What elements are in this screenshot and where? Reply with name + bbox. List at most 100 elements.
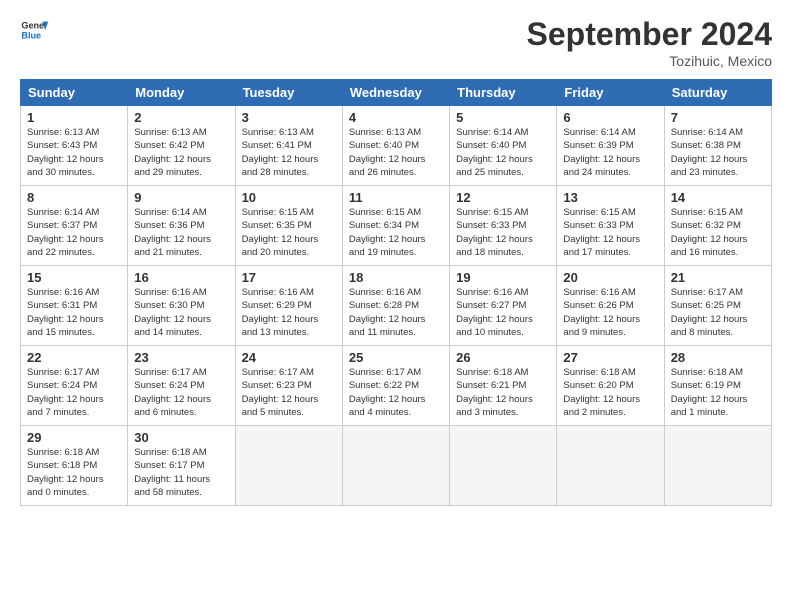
day-number: 25 (349, 350, 443, 365)
day-number: 17 (242, 270, 336, 285)
calendar-row-0: 1Sunrise: 6:13 AM Sunset: 6:43 PM Daylig… (21, 106, 772, 186)
day-info: Sunrise: 6:18 AM Sunset: 6:20 PM Dayligh… (563, 366, 657, 419)
day-number: 5 (456, 110, 550, 125)
day-info: Sunrise: 6:14 AM Sunset: 6:39 PM Dayligh… (563, 126, 657, 179)
svg-text:Blue: Blue (21, 30, 41, 40)
calendar-cell: 12Sunrise: 6:15 AM Sunset: 6:33 PM Dayli… (450, 186, 557, 266)
day-number: 19 (456, 270, 550, 285)
day-number: 18 (349, 270, 443, 285)
day-number: 21 (671, 270, 765, 285)
day-info: Sunrise: 6:17 AM Sunset: 6:22 PM Dayligh… (349, 366, 443, 419)
column-header-wednesday: Wednesday (342, 80, 449, 106)
day-info: Sunrise: 6:15 AM Sunset: 6:33 PM Dayligh… (456, 206, 550, 259)
calendar-cell: 17Sunrise: 6:16 AM Sunset: 6:29 PM Dayli… (235, 266, 342, 346)
day-info: Sunrise: 6:13 AM Sunset: 6:40 PM Dayligh… (349, 126, 443, 179)
calendar-cell: 29Sunrise: 6:18 AM Sunset: 6:18 PM Dayli… (21, 426, 128, 506)
day-number: 12 (456, 190, 550, 205)
calendar-row-2: 15Sunrise: 6:16 AM Sunset: 6:31 PM Dayli… (21, 266, 772, 346)
day-number: 30 (134, 430, 228, 445)
day-info: Sunrise: 6:18 AM Sunset: 6:17 PM Dayligh… (134, 446, 228, 499)
day-info: Sunrise: 6:16 AM Sunset: 6:27 PM Dayligh… (456, 286, 550, 339)
day-info: Sunrise: 6:14 AM Sunset: 6:36 PM Dayligh… (134, 206, 228, 259)
calendar-cell: 21Sunrise: 6:17 AM Sunset: 6:25 PM Dayli… (664, 266, 771, 346)
calendar-cell: 18Sunrise: 6:16 AM Sunset: 6:28 PM Dayli… (342, 266, 449, 346)
day-number: 11 (349, 190, 443, 205)
day-info: Sunrise: 6:17 AM Sunset: 6:24 PM Dayligh… (134, 366, 228, 419)
calendar-cell: 27Sunrise: 6:18 AM Sunset: 6:20 PM Dayli… (557, 346, 664, 426)
day-number: 10 (242, 190, 336, 205)
day-number: 6 (563, 110, 657, 125)
day-number: 27 (563, 350, 657, 365)
calendar-cell: 16Sunrise: 6:16 AM Sunset: 6:30 PM Dayli… (128, 266, 235, 346)
day-number: 8 (27, 190, 121, 205)
calendar-cell: 9Sunrise: 6:14 AM Sunset: 6:36 PM Daylig… (128, 186, 235, 266)
calendar-cell: 13Sunrise: 6:15 AM Sunset: 6:33 PM Dayli… (557, 186, 664, 266)
day-info: Sunrise: 6:14 AM Sunset: 6:37 PM Dayligh… (27, 206, 121, 259)
calendar-cell: 14Sunrise: 6:15 AM Sunset: 6:32 PM Dayli… (664, 186, 771, 266)
day-info: Sunrise: 6:16 AM Sunset: 6:29 PM Dayligh… (242, 286, 336, 339)
header-row: General Blue September 2024 Tozihuic, Me… (20, 16, 772, 69)
day-number: 14 (671, 190, 765, 205)
calendar-cell: 26Sunrise: 6:18 AM Sunset: 6:21 PM Dayli… (450, 346, 557, 426)
day-info: Sunrise: 6:15 AM Sunset: 6:34 PM Dayligh… (349, 206, 443, 259)
column-header-saturday: Saturday (664, 80, 771, 106)
day-number: 9 (134, 190, 228, 205)
calendar-header: SundayMondayTuesdayWednesdayThursdayFrid… (21, 80, 772, 106)
day-info: Sunrise: 6:16 AM Sunset: 6:31 PM Dayligh… (27, 286, 121, 339)
calendar-cell: 10Sunrise: 6:15 AM Sunset: 6:35 PM Dayli… (235, 186, 342, 266)
calendar-cell: 1Sunrise: 6:13 AM Sunset: 6:43 PM Daylig… (21, 106, 128, 186)
day-number: 13 (563, 190, 657, 205)
day-info: Sunrise: 6:13 AM Sunset: 6:43 PM Dayligh… (27, 126, 121, 179)
day-info: Sunrise: 6:17 AM Sunset: 6:24 PM Dayligh… (27, 366, 121, 419)
day-info: Sunrise: 6:15 AM Sunset: 6:32 PM Dayligh… (671, 206, 765, 259)
calendar-cell: 5Sunrise: 6:14 AM Sunset: 6:40 PM Daylig… (450, 106, 557, 186)
day-number: 1 (27, 110, 121, 125)
calendar-cell: 2Sunrise: 6:13 AM Sunset: 6:42 PM Daylig… (128, 106, 235, 186)
day-info: Sunrise: 6:17 AM Sunset: 6:23 PM Dayligh… (242, 366, 336, 419)
calendar-cell: 22Sunrise: 6:17 AM Sunset: 6:24 PM Dayli… (21, 346, 128, 426)
day-number: 24 (242, 350, 336, 365)
day-number: 28 (671, 350, 765, 365)
day-number: 26 (456, 350, 550, 365)
calendar-cell: 28Sunrise: 6:18 AM Sunset: 6:19 PM Dayli… (664, 346, 771, 426)
calendar-table: SundayMondayTuesdayWednesdayThursdayFrid… (20, 79, 772, 506)
column-header-tuesday: Tuesday (235, 80, 342, 106)
day-number: 2 (134, 110, 228, 125)
day-info: Sunrise: 6:15 AM Sunset: 6:35 PM Dayligh… (242, 206, 336, 259)
day-number: 4 (349, 110, 443, 125)
calendar-row-3: 22Sunrise: 6:17 AM Sunset: 6:24 PM Dayli… (21, 346, 772, 426)
day-info: Sunrise: 6:17 AM Sunset: 6:25 PM Dayligh… (671, 286, 765, 339)
calendar-cell: 20Sunrise: 6:16 AM Sunset: 6:26 PM Dayli… (557, 266, 664, 346)
calendar-row-1: 8Sunrise: 6:14 AM Sunset: 6:37 PM Daylig… (21, 186, 772, 266)
day-info: Sunrise: 6:13 AM Sunset: 6:41 PM Dayligh… (242, 126, 336, 179)
calendar-cell: 25Sunrise: 6:17 AM Sunset: 6:22 PM Dayli… (342, 346, 449, 426)
day-number: 16 (134, 270, 228, 285)
title-block: September 2024 Tozihuic, Mexico (527, 16, 772, 69)
calendar-cell: 4Sunrise: 6:13 AM Sunset: 6:40 PM Daylig… (342, 106, 449, 186)
day-info: Sunrise: 6:18 AM Sunset: 6:18 PM Dayligh… (27, 446, 121, 499)
day-info: Sunrise: 6:14 AM Sunset: 6:38 PM Dayligh… (671, 126, 765, 179)
day-number: 3 (242, 110, 336, 125)
day-number: 29 (27, 430, 121, 445)
day-info: Sunrise: 6:16 AM Sunset: 6:28 PM Dayligh… (349, 286, 443, 339)
calendar-cell: 23Sunrise: 6:17 AM Sunset: 6:24 PM Dayli… (128, 346, 235, 426)
day-info: Sunrise: 6:16 AM Sunset: 6:30 PM Dayligh… (134, 286, 228, 339)
day-number: 7 (671, 110, 765, 125)
column-header-thursday: Thursday (450, 80, 557, 106)
logo-icon: General Blue (20, 16, 48, 44)
calendar-row-4: 29Sunrise: 6:18 AM Sunset: 6:18 PM Dayli… (21, 426, 772, 506)
logo: General Blue (20, 16, 48, 44)
calendar-cell: 8Sunrise: 6:14 AM Sunset: 6:37 PM Daylig… (21, 186, 128, 266)
day-info: Sunrise: 6:13 AM Sunset: 6:42 PM Dayligh… (134, 126, 228, 179)
day-number: 20 (563, 270, 657, 285)
calendar-cell (664, 426, 771, 506)
calendar-page: General Blue September 2024 Tozihuic, Me… (0, 0, 792, 612)
calendar-cell: 11Sunrise: 6:15 AM Sunset: 6:34 PM Dayli… (342, 186, 449, 266)
calendar-cell: 6Sunrise: 6:14 AM Sunset: 6:39 PM Daylig… (557, 106, 664, 186)
column-header-sunday: Sunday (21, 80, 128, 106)
calendar-cell: 19Sunrise: 6:16 AM Sunset: 6:27 PM Dayli… (450, 266, 557, 346)
day-info: Sunrise: 6:18 AM Sunset: 6:21 PM Dayligh… (456, 366, 550, 419)
month-title: September 2024 (527, 16, 772, 53)
calendar-cell: 7Sunrise: 6:14 AM Sunset: 6:38 PM Daylig… (664, 106, 771, 186)
location: Tozihuic, Mexico (527, 53, 772, 69)
